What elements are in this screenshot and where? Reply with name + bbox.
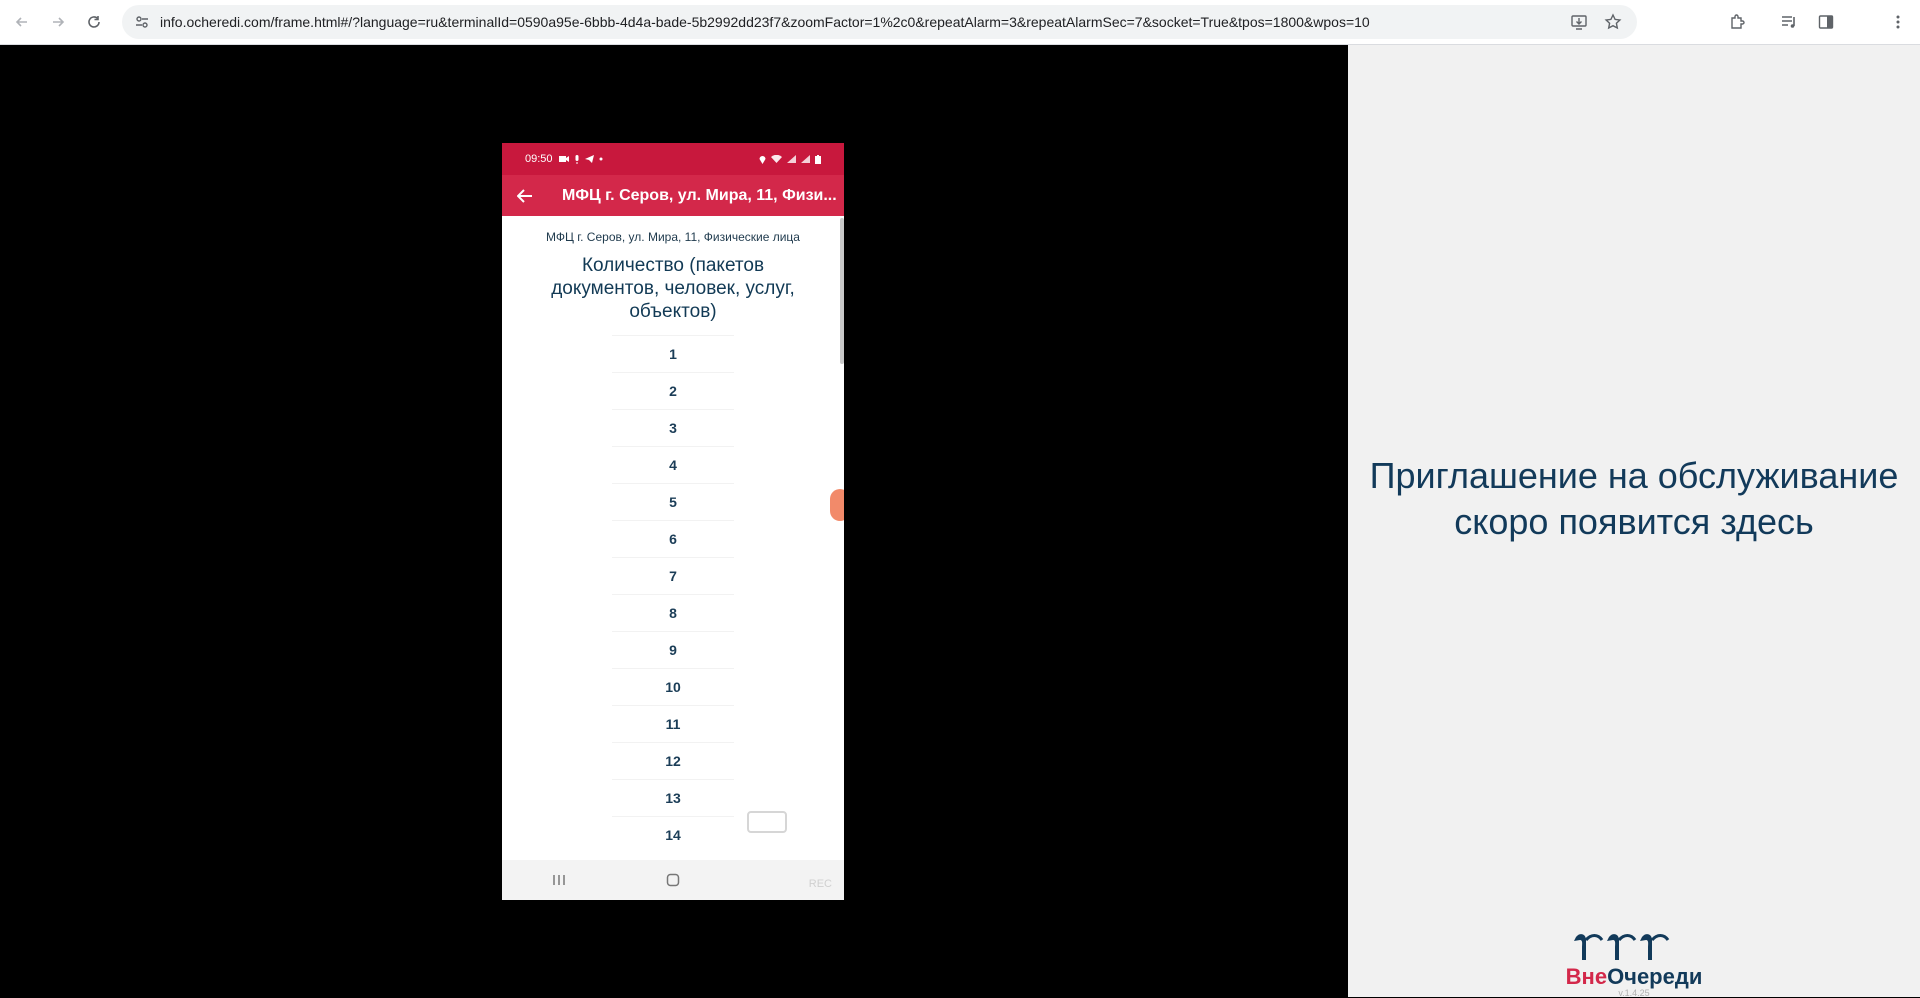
side-panel-button[interactable]: [1813, 9, 1839, 35]
quantity-option[interactable]: 11: [612, 705, 734, 742]
brand-name-blue: Очереди: [1607, 964, 1703, 989]
quantity-option[interactable]: 13: [612, 779, 734, 816]
floating-recorder-button[interactable]: [830, 489, 844, 521]
phone-status-bar: 09:50: [502, 143, 844, 175]
more-menu-button[interactable]: [1885, 9, 1911, 35]
video-area: 09:50 МФЦ г. Серов, ул. Мира, 11, Физи..…: [0, 45, 1348, 997]
quantity-option[interactable]: 2: [612, 372, 734, 409]
brand-logo: ВнеОчереди v.1.4.25: [1564, 922, 1704, 998]
quantity-option[interactable]: 6: [612, 520, 734, 557]
url-text[interactable]: info.ocheredi.com/frame.html#/?language=…: [160, 14, 1567, 30]
brand-name: ВнеОчереди: [1564, 964, 1704, 990]
reload-icon: [88, 16, 100, 28]
site-info-icon: [136, 16, 148, 28]
quantity-option[interactable]: 5: [612, 483, 734, 520]
location-icon: [759, 155, 766, 164]
android-nav-bar: REC: [502, 860, 844, 900]
app-bar: МФЦ г. Серов, ул. Мира, 11, Физи...: [502, 175, 844, 216]
bookmark-star-icon: [1604, 13, 1622, 30]
quantity-option[interactable]: 9: [612, 631, 734, 668]
status-left-icons: [558, 154, 603, 164]
quantity-option[interactable]: 8: [612, 594, 734, 631]
invite-message: Приглашение на обслуживание скоро появит…: [1369, 455, 1899, 542]
recorder-watermark-icon: [747, 811, 787, 833]
quantity-option[interactable]: 4: [612, 446, 734, 483]
media-controls-button[interactable]: [1776, 9, 1802, 35]
quantity-option[interactable]: 7: [612, 557, 734, 594]
quantity-heading: Количество (пакетов документов, человек,…: [551, 255, 795, 322]
bookmark-button[interactable]: [1601, 10, 1625, 34]
extensions-icon: [1731, 14, 1745, 29]
dot-icon: [599, 157, 603, 161]
status-right-icons: [759, 154, 821, 164]
signal-icon: [787, 155, 796, 163]
back-arrow-icon: [15, 17, 27, 27]
watermark-text: REC: [808, 878, 832, 890]
signal-2-icon: [801, 155, 810, 163]
quantity-option[interactable]: 3: [612, 409, 734, 446]
phone-body: МФЦ г. Серов, ул. Мира, 11, Физические л…: [502, 216, 844, 860]
app-back-button[interactable]: [502, 188, 548, 203]
side-panel-icon: [1818, 15, 1834, 29]
browser-toolbar: info.ocheredi.com/frame.html#/?language=…: [0, 0, 1920, 45]
forward-button[interactable]: [44, 8, 72, 36]
more-menu-icon: [1896, 15, 1900, 29]
brand-name-red: Вне: [1565, 964, 1608, 989]
back-button[interactable]: [8, 8, 36, 36]
media-controls-icon: [1782, 16, 1795, 28]
wifi-icon: [771, 155, 782, 163]
status-time: 09:50: [525, 153, 553, 165]
forward-arrow-icon: [53, 17, 65, 27]
page-content: 09:50 МФЦ г. Серов, ул. Мира, 11, Физи..…: [0, 45, 1920, 998]
ticket-panel: Приглашение на обслуживание скоро появит…: [1348, 45, 1920, 998]
arrow-left-icon: [517, 188, 532, 203]
address-bar[interactable]: info.ocheredi.com/frame.html#/?language=…: [122, 5, 1637, 39]
install-app-icon: [1571, 15, 1587, 30]
app-bar-title: МФЦ г. Серов, ул. Мира, 11, Физи...: [562, 186, 837, 204]
quantity-list: 1 2 3 4 5 6 7 8 9 10 11 12 13 14: [502, 335, 844, 853]
site-info-button[interactable]: [128, 8, 156, 36]
home-icon: [666, 873, 680, 887]
recent-apps-icon: [553, 875, 565, 885]
reload-button[interactable]: [80, 8, 108, 36]
camera-icon: [558, 156, 569, 162]
quantity-option[interactable]: 14: [612, 816, 734, 853]
install-app-button[interactable]: [1567, 10, 1591, 34]
office-subtitle: МФЦ г. Серов, ул. Мира, 11, Физические л…: [546, 230, 800, 244]
quantity-option[interactable]: 10: [612, 668, 734, 705]
microphone-icon: [575, 154, 579, 164]
extensions-button[interactable]: [1724, 9, 1750, 35]
home-button[interactable]: [643, 873, 703, 887]
battery-icon: [815, 154, 821, 164]
telegram-icon: [584, 155, 594, 163]
recent-apps-button[interactable]: [529, 874, 589, 886]
queue-people-icon: [1574, 934, 1670, 960]
phone-screen-recording: 09:50 МФЦ г. Серов, ул. Мира, 11, Физи..…: [502, 143, 844, 900]
scrollbar[interactable]: [840, 218, 844, 364]
quantity-option[interactable]: 12: [612, 742, 734, 779]
quantity-option[interactable]: 1: [612, 335, 734, 372]
